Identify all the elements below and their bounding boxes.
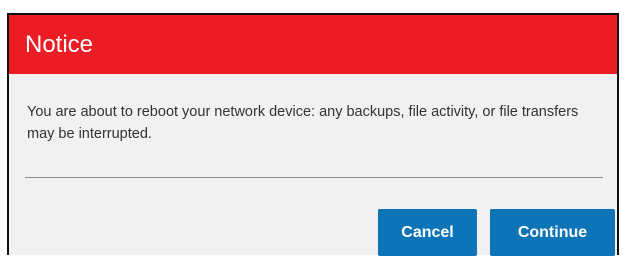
cancel-button[interactable]: Cancel [378, 209, 477, 256]
continue-button[interactable]: Continue [490, 209, 615, 256]
dialog-title: Notice [25, 30, 94, 58]
notice-dialog: Notice You are about to reboot your netw… [7, 13, 619, 256]
dialog-message: You are about to reboot your network dev… [27, 104, 579, 142]
dialog-divider [25, 177, 603, 178]
dialog-titlebar: Notice [9, 15, 617, 74]
